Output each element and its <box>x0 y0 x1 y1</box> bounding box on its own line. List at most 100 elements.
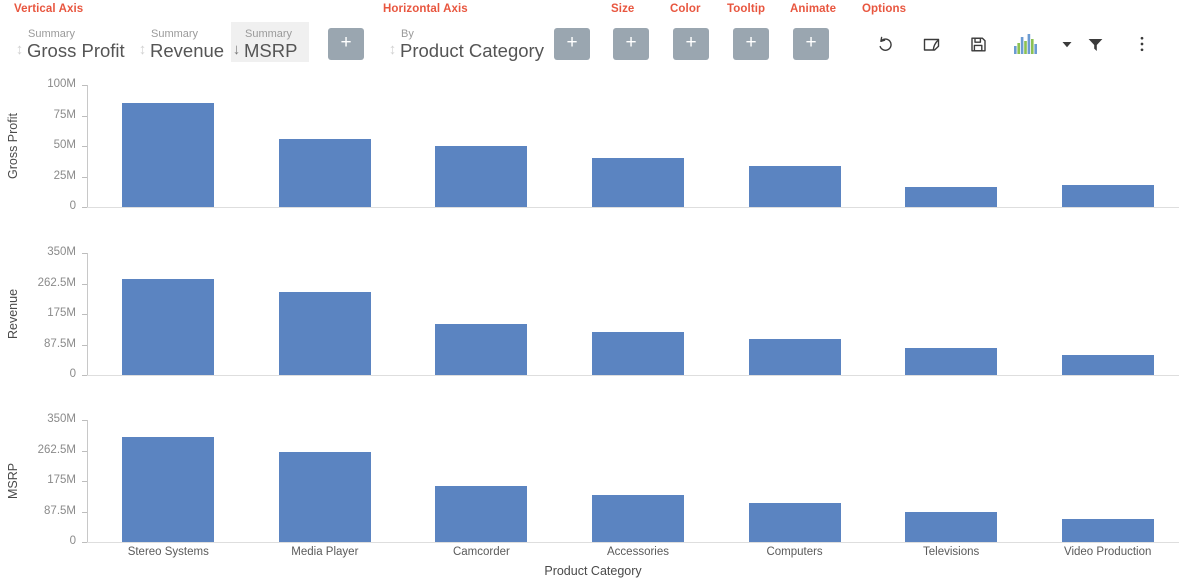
chart-panel-0: Gross Profit 0 25M 50M 75M 100M <box>0 78 1186 218</box>
add-size-field[interactable]: + <box>613 28 649 60</box>
bar[interactable] <box>905 348 997 375</box>
y-tick-label: 350M <box>47 413 76 425</box>
y-tick-label: 350M <box>47 246 76 258</box>
sort-direction-icon[interactable]: ↕ <box>387 42 398 62</box>
filter-icon[interactable] <box>1080 29 1110 59</box>
y-tick-label: 0 <box>69 368 76 380</box>
field-role-label: By <box>401 28 414 40</box>
shelf-label-animate: Animate <box>790 3 837 15</box>
bar[interactable] <box>749 339 841 375</box>
field-name-label: Revenue <box>150 40 225 61</box>
field-pill-msrp[interactable]: ↓ Summary MSRP <box>231 22 309 62</box>
bar[interactable] <box>905 512 997 542</box>
more-options-icon[interactable] <box>1127 29 1157 59</box>
x-tick-label: Computers <box>766 546 823 558</box>
y-tick-label: 175M <box>47 474 76 486</box>
y-tick-label: 262.5M <box>37 277 76 289</box>
save-icon[interactable] <box>963 29 993 59</box>
x-axis-baseline <box>87 207 1179 208</box>
chart-type-dropdown-caret[interactable] <box>1052 29 1082 59</box>
y-tick-label: 50M <box>53 139 76 151</box>
field-pill-gross-profit[interactable]: ↕ Summary Gross Profit <box>14 22 140 62</box>
y-axis-line <box>87 253 88 376</box>
sort-direction-icon[interactable]: ↓ <box>231 42 242 62</box>
bar[interactable] <box>279 139 371 207</box>
y-tick-mark <box>82 85 87 86</box>
shelf-label-size: Size <box>611 3 635 15</box>
y-tick-label: 25M <box>53 170 76 182</box>
shelf-label-color: Color <box>670 3 701 15</box>
bar[interactable] <box>435 146 527 207</box>
bar[interactable] <box>905 187 997 207</box>
add-animate-field[interactable]: + <box>793 28 829 60</box>
bar[interactable] <box>279 452 371 542</box>
shelf-label-horizontal-axis: Horizontal Axis <box>383 3 468 15</box>
x-tick-label: Camcorder <box>452 546 510 558</box>
y-tick-label: 87.5M <box>44 505 76 517</box>
bar[interactable] <box>592 495 684 542</box>
x-axis-title: Product Category <box>544 564 642 578</box>
y-tick-label: 87.5M <box>44 338 76 350</box>
y-tick-label: 0 <box>69 535 76 547</box>
annotate-icon[interactable] <box>916 29 946 59</box>
shelf-label-tooltip: Tooltip <box>727 3 766 15</box>
field-role-label: Summary <box>245 28 293 40</box>
y-tick-mark <box>82 481 87 482</box>
shelf-label-vertical-axis: Vertical Axis <box>14 3 84 15</box>
bar[interactable] <box>279 292 371 375</box>
bar[interactable] <box>592 332 684 375</box>
field-role-label: Summary <box>151 28 199 40</box>
bar[interactable] <box>435 486 527 542</box>
x-tick-label: Televisions <box>923 546 980 558</box>
y-axis-line <box>87 420 88 543</box>
add-horizontal-axis-field[interactable]: + <box>554 28 590 60</box>
y-tick-label: 100M <box>47 78 76 90</box>
bar[interactable] <box>122 437 214 542</box>
bar[interactable] <box>749 166 841 207</box>
chart-panel-2: MSRP 0 87.5M 175M 262.5M 350M Stereo Systems Me… <box>0 413 1186 579</box>
shelf-label-options: Options <box>862 3 907 15</box>
y-tick-mark <box>82 116 87 117</box>
bar[interactable] <box>749 503 841 542</box>
sort-direction-icon[interactable]: ↕ <box>14 42 25 62</box>
y-tick-mark <box>82 345 87 346</box>
chart-type-icon[interactable] <box>1011 29 1041 59</box>
y-axis-line <box>87 85 88 208</box>
x-axis-baseline <box>87 542 1179 543</box>
field-name-label: MSRP <box>244 40 298 61</box>
y-tick-mark <box>82 314 87 315</box>
field-pill-revenue[interactable]: ↕ Summary Revenue <box>137 22 233 62</box>
y-tick-mark <box>82 512 87 513</box>
bar[interactable] <box>1062 355 1154 375</box>
x-axis-baseline <box>87 375 1179 376</box>
y-tick-mark <box>82 253 87 254</box>
bar[interactable] <box>1062 519 1154 542</box>
y-tick-mark <box>82 146 87 147</box>
bar[interactable] <box>592 158 684 207</box>
field-name-label: Product Category <box>400 40 544 61</box>
field-pill-product-category[interactable]: ↕ By Product Category <box>387 22 550 62</box>
add-vertical-axis-field[interactable]: + <box>328 28 364 60</box>
y-tick-mark <box>82 420 87 421</box>
sort-direction-icon[interactable]: ↕ <box>137 42 148 62</box>
add-tooltip-field[interactable]: + <box>733 28 769 60</box>
y-tick-mark <box>82 177 87 178</box>
y-tick-label: 75M <box>53 109 76 121</box>
bar[interactable] <box>122 103 214 207</box>
reset-icon[interactable] <box>870 29 900 59</box>
y-tick-label: 262.5M <box>37 444 76 456</box>
y-tick-mark <box>82 284 87 285</box>
add-color-field[interactable]: + <box>673 28 709 60</box>
y-tick-label: 175M <box>47 307 76 319</box>
y-tick-mark <box>82 451 87 452</box>
bar[interactable] <box>435 324 527 375</box>
x-tick-label: Video Production <box>1064 546 1152 558</box>
field-role-label: Summary <box>28 28 76 40</box>
bar[interactable] <box>1062 185 1154 207</box>
y-tick-label: 0 <box>69 200 76 212</box>
x-tick-label: Stereo Systems <box>127 546 209 558</box>
bar[interactable] <box>122 279 214 375</box>
chart-panel-1: Revenue 0 87.5M 175M 262.5M 350M <box>0 246 1186 386</box>
visualization-toolbar: Vertical Axis Horizontal Axis Size Color Too… <box>0 0 1186 70</box>
x-tick-label: Media Player <box>291 546 359 558</box>
